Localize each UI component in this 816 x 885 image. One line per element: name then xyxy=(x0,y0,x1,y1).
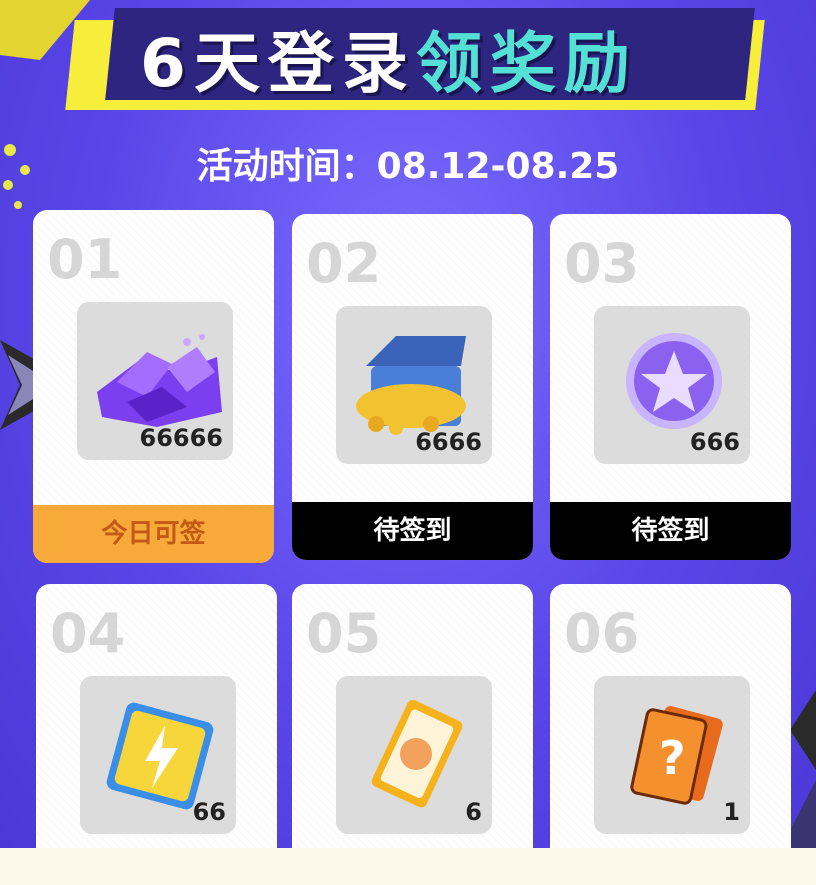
reward-quantity: 6 xyxy=(465,798,482,826)
reward-icon-box: 6 xyxy=(336,676,492,834)
login-reward-panel: 6天登录领奖励 活动时间：08.12-08.25 01 66666 今日可签 0… xyxy=(0,0,816,848)
day-number: 03 xyxy=(564,232,640,295)
day-number: 06 xyxy=(564,602,640,665)
reward-icon-box: 66 xyxy=(80,676,236,834)
reward-icon-box: 66666 xyxy=(77,302,233,460)
title-banner: 6天登录领奖励 xyxy=(65,0,770,115)
event-time: 活动时间：08.12-08.25 xyxy=(196,146,620,187)
day-number: 02 xyxy=(306,232,382,295)
reward-card-day-2[interactable]: 02 6666 待签到 xyxy=(292,214,533,560)
reward-card-day-4[interactable]: 04 66 xyxy=(36,584,277,848)
title-part1: 天登录 xyxy=(193,25,416,102)
day-number: 04 xyxy=(50,602,126,665)
reward-card-day-1[interactable]: 01 66666 今日可签 xyxy=(33,210,274,563)
reward-quantity: 66 xyxy=(192,798,226,826)
reward-card-day-3[interactable]: 03 666 待签到 xyxy=(550,214,791,560)
day-number: 01 xyxy=(47,228,123,291)
page-title: 6天登录领奖励 xyxy=(140,10,638,106)
reward-quantity: 666 xyxy=(689,428,740,456)
reward-quantity: 1 xyxy=(723,798,740,826)
reward-card-day-5[interactable]: 05 6 xyxy=(292,584,533,848)
svg-text:?: ? xyxy=(659,731,686,785)
day-number: 05 xyxy=(306,602,382,665)
sign-in-status[interactable]: 待签到 xyxy=(550,502,791,560)
sign-in-status[interactable]: 今日可签 xyxy=(33,505,274,563)
reward-quantity: 6666 xyxy=(415,428,482,456)
reward-icon-box: ? 1 xyxy=(594,676,750,834)
reward-card-day-6[interactable]: 06 ? 1 xyxy=(550,584,791,848)
reward-quantity: 66666 xyxy=(139,424,224,452)
title-day: 6 xyxy=(140,25,194,102)
sign-in-status[interactable]: 待签到 xyxy=(292,502,533,560)
reward-icon-box: 666 xyxy=(594,306,750,464)
reward-icon-box: 6666 xyxy=(336,306,492,464)
title-part2: 领奖励 xyxy=(415,25,638,102)
